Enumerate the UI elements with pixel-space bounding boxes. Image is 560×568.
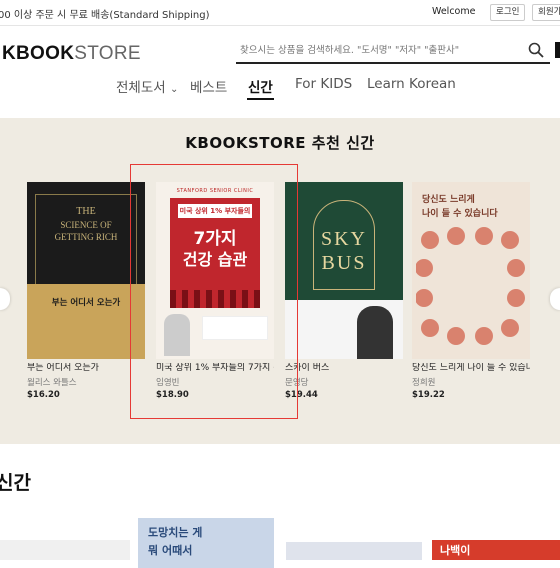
book-price: $19.44 [285,390,318,400]
book-thumbnail[interactable] [0,540,130,560]
book-title[interactable]: 당신도 느리게 나이 들 수 있습니다 [412,363,530,374]
chevron-down-icon: ⌄ [169,84,179,95]
book-price: $16.20 [27,390,60,400]
thumbnail-text: 나백이 [440,544,471,557]
book-card[interactable]: THE SCIENCE OF GETTING RICH 부는 어디서 오는가 부… [27,182,145,400]
book-cover[interactable]: SKY BUS [285,182,403,359]
login-button[interactable]: 로그인 [490,4,526,21]
search-bar [236,38,550,64]
book-card[interactable]: 당신도 느리게 나이 들 수 있습니다 당신도 느리게 나이 들 수 있습니다 … [412,182,530,400]
cover-line: GETTING RICH [54,232,118,242]
book-author: 월리스 와틀스 [27,378,77,388]
logo-light: STORE [74,43,141,64]
book-card[interactable]: SKY BUS 스카이 버스 문영당 $19.44 [285,182,403,400]
site-logo[interactable]: KBOOKSTORE [2,42,141,65]
thumbnail-text: 뭐 어때서 [148,544,193,557]
book-title[interactable]: 부는 어디서 오는가 [27,363,145,374]
nav-for-kids[interactable]: For KIDS [295,76,352,92]
logo-bold: KBOOK [2,43,75,64]
cover-art [416,227,525,345]
signup-button[interactable]: 회원가 [532,4,560,21]
cover-line: 당신도 느리게 [422,195,475,205]
cover-line: 부는 어디서 오는가 [51,298,121,308]
cover-line: SCIENCE OF [60,220,112,230]
nav-all-books[interactable]: 전체도서 ⌄ [116,76,178,96]
search-icon[interactable] [528,42,544,58]
book-author: 정희원 [412,378,436,388]
book-thumbnail[interactable] [286,542,422,560]
cover-line: BUS [321,252,367,274]
welcome-text: Welcome [432,6,476,17]
book-thumbnail[interactable]: 도망치는 게 뭐 어때서 [138,518,274,568]
highlight-box [130,164,298,419]
cover-line: 나이 들 수 있습니다 [422,209,498,219]
book-cover[interactable]: 당신도 느리게 나이 들 수 있습니다 [412,182,530,359]
shipping-notice: 00 이상 주문 시 무료 배송(Standard Shipping) [0,10,210,21]
nav-new[interactable]: 신간 [248,76,273,96]
book-title[interactable]: 스카이 버스 [285,363,403,374]
book-cover[interactable]: THE SCIENCE OF GETTING RICH 부는 어디서 오는가 [27,182,145,359]
book-thumbnail[interactable]: 나백이 [432,540,560,560]
nav-active-underline [247,98,274,100]
thumbnail-text: 도망치는 게 [148,526,203,539]
new-section-title: 신간 [0,472,31,494]
book-price: $19.22 [412,390,445,400]
top-bar: 00 이상 주문 시 무료 배송(Standard Shipping) Welc… [0,0,560,26]
cover-line: THE [76,206,96,217]
nav-learn-korean[interactable]: Learn Korean [367,76,456,92]
nav-best[interactable]: 베스트 [190,76,227,96]
cart-icon[interactable] [555,42,560,58]
search-input[interactable] [236,39,506,62]
cover-line: SKY [320,228,367,250]
book-author: 문영당 [285,378,309,388]
recommend-title: KBOOKSTORE 추천 신간 [185,134,375,152]
nav-all-books-label: 전체도서 [116,80,166,96]
